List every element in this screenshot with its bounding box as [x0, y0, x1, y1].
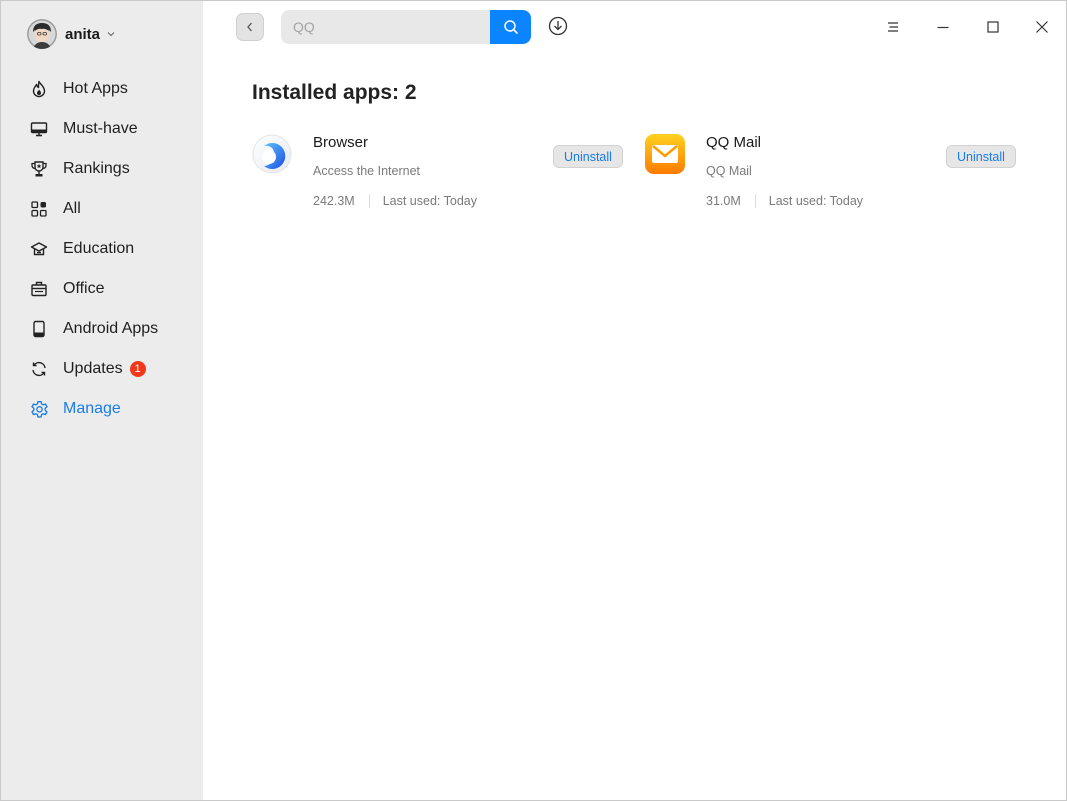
phone-icon [29, 319, 49, 339]
user-name: anita [65, 25, 101, 43]
sidebar-item-hot-apps[interactable]: Hot Apps [1, 69, 203, 109]
uninstall-button[interactable]: Uninstall [553, 145, 623, 168]
monitor-icon [29, 119, 49, 139]
sidebar-item-label: Manage [63, 400, 121, 417]
uninstall-button[interactable]: Uninstall [946, 145, 1016, 168]
sidebar-nav: Hot Apps Must-have Rankings All Educatio… [1, 69, 203, 429]
chevron-down-icon [106, 29, 116, 39]
user-menu[interactable]: anita [27, 19, 116, 49]
briefcase-icon [29, 279, 49, 299]
meta-divider [368, 194, 370, 208]
app-window: anita Hot Apps Must-have Rankings All Ed… [0, 0, 1067, 801]
back-button[interactable] [236, 13, 264, 41]
app-card-browser: Browser Access the Internet 242.3M Last … [252, 134, 632, 214]
close-button[interactable] [1028, 13, 1056, 41]
trophy-icon [29, 159, 49, 179]
search-input[interactable] [281, 10, 490, 44]
minimize-icon [937, 26, 949, 29]
gear-icon [29, 399, 49, 419]
app-description: Access the Internet [313, 164, 421, 178]
app-description: QQ Mail [706, 164, 752, 178]
maximize-button[interactable] [979, 13, 1007, 41]
mail-app-icon [645, 134, 685, 174]
refresh-icon [29, 359, 49, 379]
app-last-used: Last used: Today [768, 194, 864, 208]
page-title: Installed apps: 2 [252, 81, 417, 104]
download-icon [548, 16, 568, 36]
sidebar-item-label: Education [63, 240, 135, 257]
search-button[interactable] [490, 10, 531, 44]
updates-count-badge: 1 [129, 361, 146, 377]
app-name: Browser [313, 134, 369, 151]
sidebar-item-android-apps[interactable]: Android Apps [1, 309, 203, 349]
search-icon [503, 20, 518, 34]
sidebar-item-rankings[interactable]: Rankings [1, 149, 203, 189]
meta-divider [754, 194, 756, 208]
download-button[interactable] [547, 15, 569, 37]
graduation-cap-icon [29, 239, 49, 259]
app-card-qq-mail: QQ Mail QQ Mail 31.0M Last used: Today U… [645, 134, 1025, 214]
sidebar-item-must-have[interactable]: Must-have [1, 109, 203, 149]
app-meta: 31.0M Last used: Today [706, 194, 863, 208]
app-size: 242.3M [313, 194, 355, 208]
avatar [27, 19, 57, 49]
browser-app-icon [252, 134, 292, 174]
menu-button[interactable] [879, 13, 907, 41]
sidebar-item-label: Rankings [63, 160, 130, 177]
sidebar-item-label: Office [63, 280, 105, 297]
sidebar-item-office[interactable]: Office [1, 269, 203, 309]
close-icon [1036, 21, 1048, 33]
sidebar-item-manage[interactable]: Manage [1, 389, 203, 429]
chevron-left-icon [247, 22, 252, 32]
sidebar: anita Hot Apps Must-have Rankings All Ed… [1, 1, 203, 800]
app-meta: 242.3M Last used: Today [313, 194, 477, 208]
minimize-button[interactable] [929, 13, 957, 41]
sidebar-item-label: All [63, 200, 81, 217]
search-box [281, 10, 531, 44]
app-name: QQ Mail [706, 134, 762, 151]
app-size: 31.0M [706, 194, 741, 208]
app-last-used: Last used: Today [382, 194, 477, 208]
sidebar-item-label: Hot Apps [63, 80, 128, 97]
maximize-icon [987, 21, 999, 33]
flame-icon [29, 79, 49, 99]
sidebar-item-label: Updates [63, 360, 123, 377]
sidebar-item-education[interactable]: Education [1, 229, 203, 269]
sidebar-item-label: Must-have [63, 120, 138, 137]
sidebar-item-updates[interactable]: Updates 1 [1, 349, 203, 389]
menu-icon [888, 22, 898, 32]
grid-icon [29, 199, 49, 219]
sidebar-item-all[interactable]: All [1, 189, 203, 229]
sidebar-item-label: Android Apps [63, 320, 159, 337]
